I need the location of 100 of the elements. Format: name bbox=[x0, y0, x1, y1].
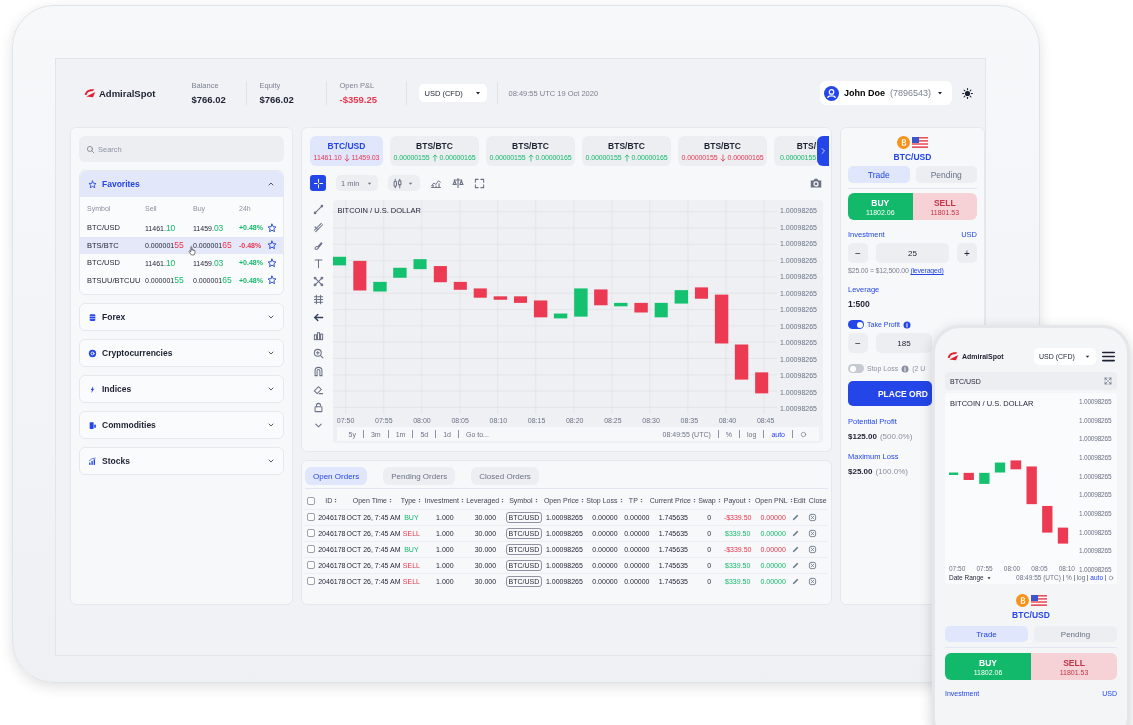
result-value: $125.00 bbox=[848, 432, 877, 441]
bitcoin-icon bbox=[897, 136, 910, 149]
toggle-switch[interactable] bbox=[848, 364, 864, 373]
result-percent: (100.0%) bbox=[875, 467, 908, 476]
candle bbox=[754, 372, 768, 394]
investment-field[interactable]: 25 bbox=[876, 243, 949, 263]
fullscreen-icon[interactable] bbox=[474, 177, 485, 189]
magnet-icon[interactable] bbox=[312, 366, 324, 377]
candle bbox=[332, 256, 346, 266]
sun-icon[interactable] bbox=[962, 87, 973, 99]
sort-icon bbox=[333, 498, 339, 504]
scale-icon[interactable] bbox=[452, 177, 464, 189]
category-header[interactable]: Indices bbox=[80, 376, 283, 402]
star-icon[interactable] bbox=[267, 222, 277, 233]
flag-icon bbox=[912, 137, 928, 148]
lock-icon[interactable] bbox=[312, 402, 324, 413]
tab[interactable]: Trade bbox=[848, 166, 910, 183]
crosshair-button[interactable] bbox=[310, 175, 326, 191]
bitcoin-icon bbox=[1015, 594, 1029, 607]
candle bbox=[372, 281, 387, 292]
close-icon[interactable] bbox=[807, 544, 817, 554]
checkbox[interactable] bbox=[307, 561, 316, 569]
chart-type-dropdown[interactable] bbox=[388, 175, 420, 191]
info-icon bbox=[901, 364, 910, 373]
caret-icon bbox=[936, 89, 945, 97]
indicators-icon[interactable] bbox=[430, 177, 442, 189]
text-tool-icon[interactable] bbox=[312, 258, 324, 269]
reset-icon[interactable] bbox=[1108, 574, 1114, 581]
category-header[interactable]: Forex bbox=[80, 304, 283, 330]
arrow-left-icon[interactable] bbox=[312, 312, 324, 323]
candle bbox=[963, 472, 974, 480]
candle bbox=[694, 287, 708, 299]
coin-icon bbox=[88, 348, 97, 358]
menu-icon[interactable] bbox=[1102, 349, 1115, 363]
decrement-button[interactable]: − bbox=[848, 333, 868, 353]
star-icon[interactable] bbox=[267, 257, 277, 268]
candle bbox=[352, 260, 366, 291]
star-icon[interactable] bbox=[267, 275, 277, 286]
star-icon[interactable] bbox=[267, 240, 277, 251]
eraser-icon[interactable] bbox=[312, 384, 324, 395]
caret-icon bbox=[985, 574, 992, 581]
brand-name: AdmiralSpot bbox=[99, 87, 156, 99]
candle bbox=[714, 294, 728, 344]
checkbox[interactable] bbox=[307, 545, 316, 553]
sort-icon bbox=[691, 498, 697, 504]
decrement-button[interactable]: − bbox=[848, 243, 868, 263]
pair-name: BTC/USD bbox=[892, 152, 933, 162]
next-button[interactable] bbox=[817, 136, 829, 166]
favorites-header[interactable]: Favorites bbox=[80, 171, 283, 197]
increment-button[interactable]: + bbox=[957, 243, 977, 263]
chevron-right-icon bbox=[819, 147, 827, 155]
logo-icon bbox=[947, 350, 959, 362]
tab[interactable]: Closed Orders bbox=[471, 467, 539, 485]
parallel-lines-icon[interactable] bbox=[312, 222, 324, 233]
expand-icon[interactable] bbox=[1104, 377, 1112, 385]
grid-tool-icon[interactable] bbox=[312, 294, 324, 305]
flag-icon bbox=[1030, 595, 1047, 606]
sort-icon bbox=[618, 498, 624, 504]
bar-chart-icon bbox=[88, 456, 97, 466]
canister-icon bbox=[88, 420, 97, 430]
tab[interactable]: Pending Orders bbox=[383, 467, 456, 485]
brush-icon[interactable] bbox=[312, 240, 324, 251]
candle bbox=[613, 302, 627, 307]
candlestick-icon bbox=[392, 177, 403, 189]
pair-name: BTC/USD bbox=[1011, 610, 1051, 620]
candle bbox=[949, 472, 959, 475]
checkbox[interactable] bbox=[307, 529, 316, 537]
toggle-switch[interactable] bbox=[848, 320, 864, 329]
tab[interactable]: Open Orders bbox=[305, 467, 368, 485]
checkbox[interactable] bbox=[307, 577, 316, 586]
tab[interactable]: Pending bbox=[1034, 626, 1117, 642]
account-menu[interactable]: John Doe (7896543) bbox=[820, 81, 952, 105]
camera-icon[interactable] bbox=[809, 176, 823, 190]
chevron-down-icon[interactable] bbox=[312, 420, 324, 431]
leverage-value: 1:500 bbox=[848, 299, 871, 309]
bars-icon[interactable] bbox=[312, 330, 324, 341]
close-icon[interactable] bbox=[807, 528, 817, 538]
close-icon[interactable] bbox=[807, 576, 817, 586]
tab[interactable]: Pending bbox=[915, 166, 977, 183]
checkbox[interactable] bbox=[307, 513, 316, 521]
pattern-tool-icon[interactable] bbox=[312, 276, 324, 287]
category-header[interactable]: Commodities bbox=[80, 412, 283, 438]
place-order-button[interactable]: PLACE ORD bbox=[848, 381, 932, 406]
candle bbox=[553, 313, 567, 319]
candle bbox=[453, 281, 467, 290]
category-header[interactable]: Stocks bbox=[80, 448, 283, 474]
search-icon bbox=[86, 144, 95, 154]
tab[interactable]: Trade bbox=[945, 626, 1028, 642]
candle bbox=[1026, 466, 1037, 505]
take-profit-field[interactable]: 185 bbox=[876, 333, 932, 353]
close-icon[interactable] bbox=[807, 512, 817, 522]
close-icon[interactable] bbox=[807, 560, 817, 570]
candle bbox=[433, 266, 447, 283]
candle bbox=[994, 462, 1006, 473]
zoom-in-icon[interactable] bbox=[312, 348, 324, 359]
sort-icon bbox=[459, 498, 465, 504]
line-tool-icon[interactable] bbox=[312, 204, 324, 215]
category-header[interactable]: Cryptocurrencies bbox=[80, 340, 283, 366]
caret-icon bbox=[474, 89, 483, 97]
checkbox[interactable] bbox=[307, 496, 316, 505]
